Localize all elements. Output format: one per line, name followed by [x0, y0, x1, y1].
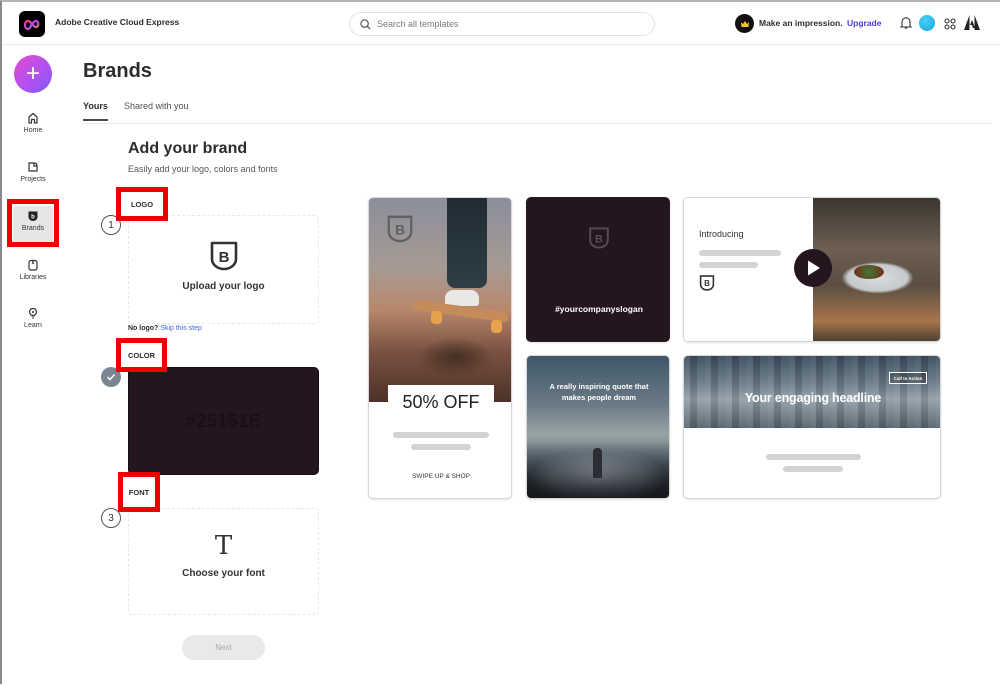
food-dish — [854, 265, 884, 279]
sidebar-item-label: Home — [23, 127, 43, 134]
offer-text: 50% OFF — [388, 385, 494, 419]
search-bar[interactable] — [349, 12, 655, 36]
brand-color-swatch[interactable]: #25151E — [128, 367, 319, 475]
play-icon[interactable] — [794, 249, 832, 287]
page-title: Brands — [83, 60, 152, 82]
svg-text:B: B — [704, 279, 710, 288]
call-to-action-button: Call to Action — [889, 372, 927, 384]
bell-icon[interactable] — [899, 16, 913, 34]
template-slogan-preview[interactable]: B #yourcompanyslogan — [526, 197, 670, 342]
libraries-icon — [28, 259, 38, 271]
svg-text:B: B — [595, 233, 603, 245]
placeholder-bar — [699, 262, 758, 268]
upgrade-promo: Make an impression. Upgrade — [759, 18, 881, 28]
placeholder-bar — [393, 432, 489, 438]
section-subtitle: Easily add your logo, colors and fonts — [128, 164, 278, 174]
tab-yours[interactable]: Yours — [83, 101, 108, 121]
template-story-preview[interactable]: B 50% OFF SWIPE UP & SHOP — [368, 197, 512, 499]
font-step-label: FONT — [118, 472, 160, 512]
sidebar-item-learn[interactable]: Learn — [13, 303, 53, 341]
template-banner-preview[interactable]: Call to Action Your engaging headline — [683, 355, 941, 499]
sidebar-item-home[interactable]: Home — [13, 108, 53, 146]
search-input[interactable] — [377, 19, 627, 29]
avatar[interactable] — [919, 15, 935, 31]
logo-step-label: LOGO — [116, 187, 168, 221]
brands-highlight-box — [7, 199, 59, 247]
placeholder-bar — [783, 466, 843, 472]
sidebar-item-label: Libraries — [19, 274, 47, 281]
promo-text: Make an impression. — [759, 18, 843, 28]
template-video-preview[interactable]: Introducing B — [683, 197, 941, 342]
brand-logo-icon: B — [699, 275, 715, 291]
sidebar-item-label: Projects — [20, 176, 46, 183]
upload-logo-text: Upload your logo — [182, 281, 265, 292]
next-button[interactable]: Next — [182, 635, 265, 660]
sidebar-item-projects[interactable]: Projects — [13, 157, 53, 195]
projects-icon — [28, 162, 38, 172]
tabs: Yours Shared with you — [83, 101, 992, 124]
sidebar: + Home Projects b Brands Libraries Learn — [2, 45, 64, 686]
brand-logo-icon: B — [387, 215, 413, 243]
tab-shared-with-you[interactable]: Shared with you — [124, 101, 189, 119]
introducing-text: Introducing — [699, 229, 744, 239]
choose-font-card[interactable]: T Choose your font — [128, 508, 319, 615]
upgrade-link[interactable]: Upgrade — [847, 18, 881, 28]
sidebar-item-label: Learn — [24, 322, 42, 329]
brand-logo-icon: B — [589, 227, 609, 249]
swipe-cta-text: SWIPE UP & SHOP — [411, 473, 471, 480]
section-title: Add your brand — [128, 140, 248, 157]
top-header: Adobe Creative Cloud Express Make an imp… — [2, 2, 1000, 45]
quote-text: A really inspiring quote that makes peop… — [549, 382, 649, 402]
placeholder-bar — [766, 454, 861, 460]
placeholder-bar — [699, 250, 781, 256]
creative-cloud-logo[interactable] — [19, 11, 45, 37]
slogan-text: #yourcompanyslogan — [555, 304, 643, 314]
placeholder-bar — [411, 444, 471, 450]
app-frame: Adobe Creative Cloud Express Make an imp… — [0, 0, 1000, 684]
adobe-logo[interactable] — [964, 15, 980, 35]
font-glyph-icon: T — [214, 531, 233, 561]
search-icon — [360, 18, 371, 30]
no-logo-text: No logo? — [128, 325, 159, 332]
brand-logo-icon: B — [210, 241, 237, 271]
hiker-figure — [593, 448, 602, 478]
template-quote-preview[interactable]: A really inspiring quote that makes peop… — [526, 355, 670, 499]
color-hex-value: #25151E — [185, 410, 262, 431]
headline-text: Your engaging headline — [744, 391, 882, 405]
svg-text:B: B — [218, 249, 229, 266]
svg-text:B: B — [395, 222, 405, 238]
color-step-label: COLOR — [116, 338, 167, 372]
sidebar-item-libraries[interactable]: Libraries — [13, 255, 53, 293]
upload-logo-card[interactable]: B Upload your logo — [128, 215, 319, 324]
create-button[interactable]: + — [14, 55, 52, 93]
app-title: Adobe Creative Cloud Express — [55, 17, 180, 27]
skip-step-link[interactable]: Skip this step — [160, 325, 202, 332]
home-icon — [28, 112, 38, 124]
choose-font-text: Choose your font — [182, 568, 265, 579]
no-logo-row: No logo? Skip this step — [128, 325, 202, 332]
lightbulb-icon — [28, 307, 38, 319]
crown-icon[interactable] — [735, 14, 754, 33]
apps-grid-icon[interactable] — [944, 17, 956, 35]
